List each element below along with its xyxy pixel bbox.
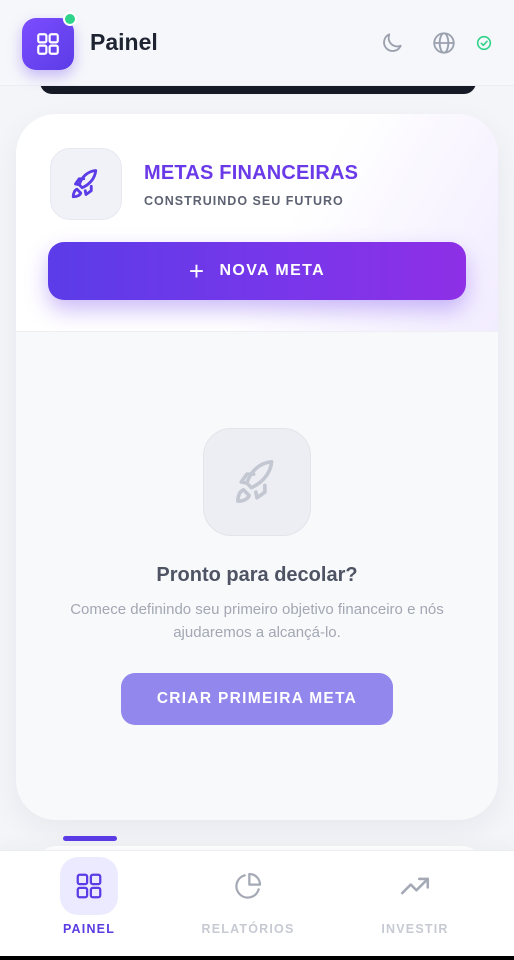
goals-card: METAS FINANCEIRAS CONSTRUINDO SEU FUTURO… — [16, 114, 498, 820]
nav-label-relatorios: RELATÓRIOS — [201, 922, 295, 936]
dashboard-icon — [76, 873, 102, 899]
bottom-edge — [0, 956, 514, 960]
rocket-icon — [71, 169, 98, 199]
active-tab-indicator — [63, 836, 117, 841]
new-goal-label: NOVA META — [219, 262, 326, 279]
plus-icon: + — [188, 256, 206, 286]
globe-icon[interactable] — [431, 30, 457, 56]
online-status-dot — [63, 12, 77, 26]
goals-card-header: METAS FINANCEIRAS CONSTRUINDO SEU FUTURO… — [16, 114, 498, 332]
section-icon-box — [50, 148, 122, 220]
empty-state-icon-box — [203, 428, 311, 536]
rocket-icon — [236, 459, 274, 503]
nav-icon-wrap-relatorios — [219, 857, 277, 915]
top-header: Painel — [0, 0, 514, 86]
nav-item-relatorios[interactable]: RELATÓRIOS — [178, 851, 318, 956]
nav-label-painel: PAINEL — [62, 922, 116, 936]
pie-chart-icon — [235, 872, 262, 899]
page-title: Painel — [90, 29, 158, 55]
empty-state-description: Comece definindo seu primeiro objetivo f… — [70, 601, 444, 641]
section-title: METAS FINANCEIRAS — [144, 162, 359, 184]
dashboard-icon — [37, 33, 59, 55]
check-circle-icon — [476, 35, 492, 51]
app-screen: Painel METAS FINANCEIRAS CONSTRUINDO SEU… — [0, 0, 514, 956]
empty-state-title: Pronto para decolar? — [156, 564, 358, 586]
nav-icon-wrap-investir — [386, 857, 444, 915]
trending-up-icon — [400, 877, 430, 895]
nav-item-painel[interactable]: PAINEL — [19, 851, 159, 956]
moon-icon[interactable] — [379, 30, 405, 56]
section-subtitle: CONSTRUINDO SEU FUTURO — [144, 194, 344, 208]
app-logo-button[interactable] — [22, 18, 74, 70]
bottom-navigation: PAINEL RELATÓRIOS INVESTIR — [0, 850, 514, 956]
nav-label-investir: INVESTIR — [381, 922, 449, 936]
nav-item-investir[interactable]: INVESTIR — [345, 851, 485, 956]
nav-icon-wrap-painel — [60, 857, 118, 915]
new-goal-button[interactable]: + NOVA META — [48, 242, 466, 300]
create-first-goal-button[interactable]: CRIAR PRIMEIRA META — [121, 673, 393, 725]
